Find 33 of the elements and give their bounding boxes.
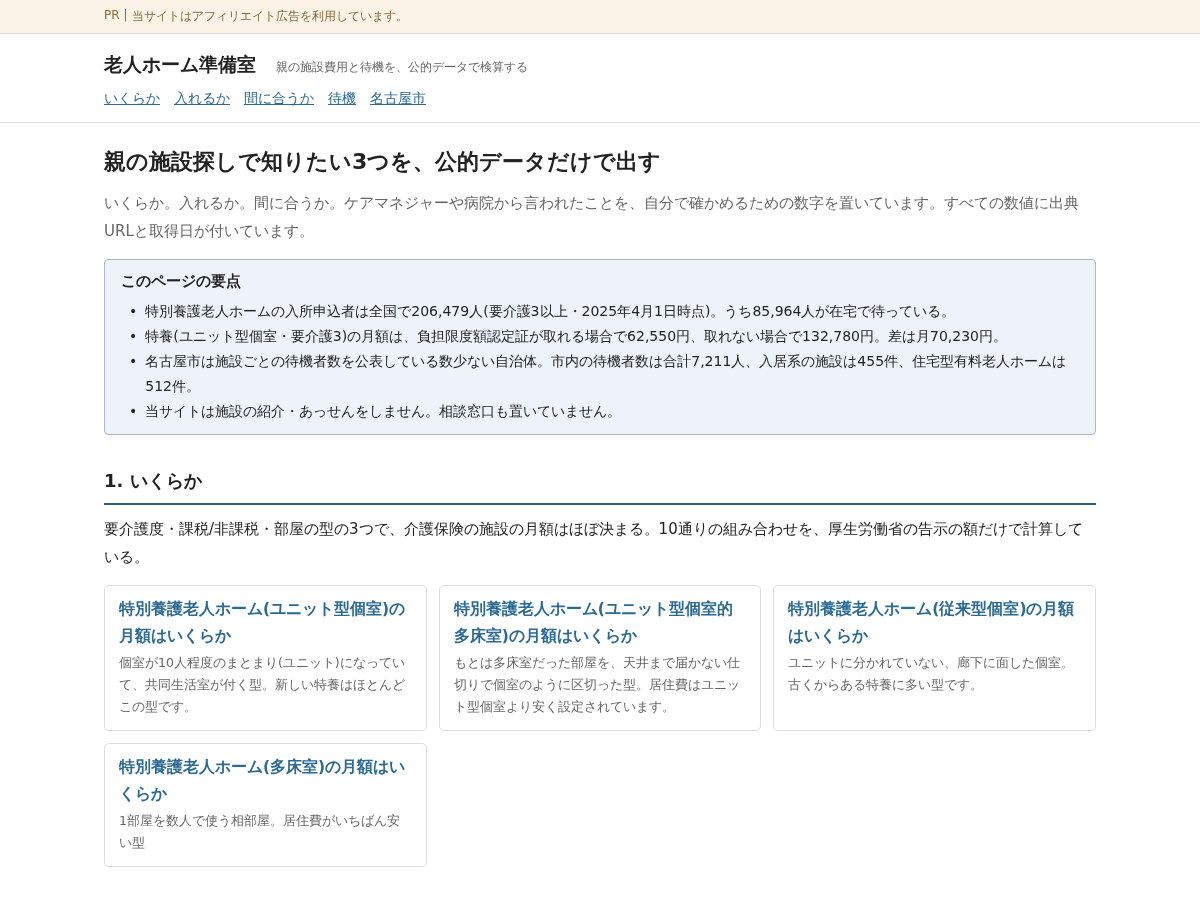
card-description: 1部屋を数人で使う相部屋。居住費がいちばん安い型 (119, 812, 401, 852)
card-description: ユニットに分かれていない、廊下に面した個室。古くからある特養に多い型です。 (788, 654, 1076, 694)
card-description: もとは多床室だった部屋を、天井まで届かない仕切りで個室のように区切った型。居住費はユニット型個室より安く設定されています。 (453, 654, 741, 716)
room-type-card[interactable]: 特別養護老人ホーム(従来型個室)の月額はいくらか ユニットに分かれていない、廊下に面した個室。古くからある特養に多い型です。 (773, 585, 1096, 731)
room-type-card[interactable]: 特別養護老人ホーム(多床室)の月額はいくらか 1部屋を数人で使う相部屋。居住費がいちばん安い型 (104, 743, 427, 867)
bullet: • (129, 327, 138, 346)
nav-link[interactable]: 名古屋市 (370, 90, 426, 108)
nav-link[interactable]: 入れるか (174, 90, 230, 108)
summary-point: 名古屋市は施設ごとの待機者数を公表している数少ない自治体。市内の待機者数は合計7,211人、入居系の施設は455件、住宅型有料老人ホームは512件。 (145, 352, 1068, 396)
card-title-link[interactable]: 特別養護老人ホーム(多床室)の月額はいくらか (119, 754, 412, 808)
section-heading: 1. いくらか (104, 469, 1096, 505)
lead-text: いくらか。入れるか。間に合うか。ケアマネジャーや病院から言われたことを、自分で確かめるための数字を置いています。すべての数値に出典URLと取得日が付いています。 (104, 193, 1080, 242)
summary-point: 当サイトは施設の紹介・あっせんをしません。相談窓口も置いていません。 (145, 402, 622, 421)
nav-link[interactable]: 間に合うか (244, 90, 314, 108)
bullet: • (129, 402, 138, 421)
card-title-link[interactable]: 特別養護老人ホーム(ユニット型個室)の月額はいくらか (119, 596, 412, 650)
site-title: 老人ホーム準備室 (104, 52, 256, 77)
bullet: • (129, 352, 138, 371)
nav-link[interactable]: 待機 (328, 90, 356, 108)
nav-link[interactable]: いくらか (104, 90, 160, 108)
summary-point: 特養(ユニット型個室・要介護3)の月額は、負担限度額認定証が取れる場合で62,550円、取れない場合で132,780円。差は月70,230円。 (145, 327, 1007, 346)
site-tagline: 親の施設費用と待機を、公的データで検算する (276, 59, 528, 76)
section-intro: 要介護度・課税/非課税・部屋の型の3つで、介護保険の施設の月額はほぼ決まる。10通りの組み合わせを、厚生労働省の告示の額だけで計算している。 (104, 519, 1084, 568)
card-title-link[interactable]: 特別養護老人ホーム(ユニット型個室的多床室)の月額はいくらか (453, 596, 747, 650)
room-type-card[interactable]: 特別養護老人ホーム(ユニット型個室)の月額はいくらか 個室が10人程度のまとまり(ユニット)になっていて、共同生活室が付く型。新しい特養はほとんどこの型です。 (104, 585, 427, 731)
card-title-link[interactable]: 特別養護老人ホーム(従来型個室)の月額はいくらか (788, 596, 1081, 650)
pr-notice: PR | 当サイトはアフィリエイト広告を利用しています。 (0, 0, 1200, 34)
card-description: 個室が10人程度のまとまり(ユニット)になっていて、共同生活室が付く型。新しい特養はほとんどこの型です。 (119, 654, 406, 716)
page-heading: 親の施設探しで知りたい3つを、公的データだけで出す (104, 148, 663, 176)
bullet: • (129, 302, 138, 321)
summary-title: このページの要点 (121, 272, 242, 291)
summary-point: 特別養護老人ホームの入所申込者は全国で206,479人(要介護3以上・2025年4月1日時点)。うち85,964人が在宅で待っている。 (145, 302, 956, 321)
room-type-card[interactable]: 特別養護老人ホーム(ユニット型個室的多床室)の月額はいくらか もとは多床室だった部屋を、天井まで届かない仕切りで個室のように区切った型。居住費はユニット型個室より安く設定されています。 (438, 585, 762, 731)
